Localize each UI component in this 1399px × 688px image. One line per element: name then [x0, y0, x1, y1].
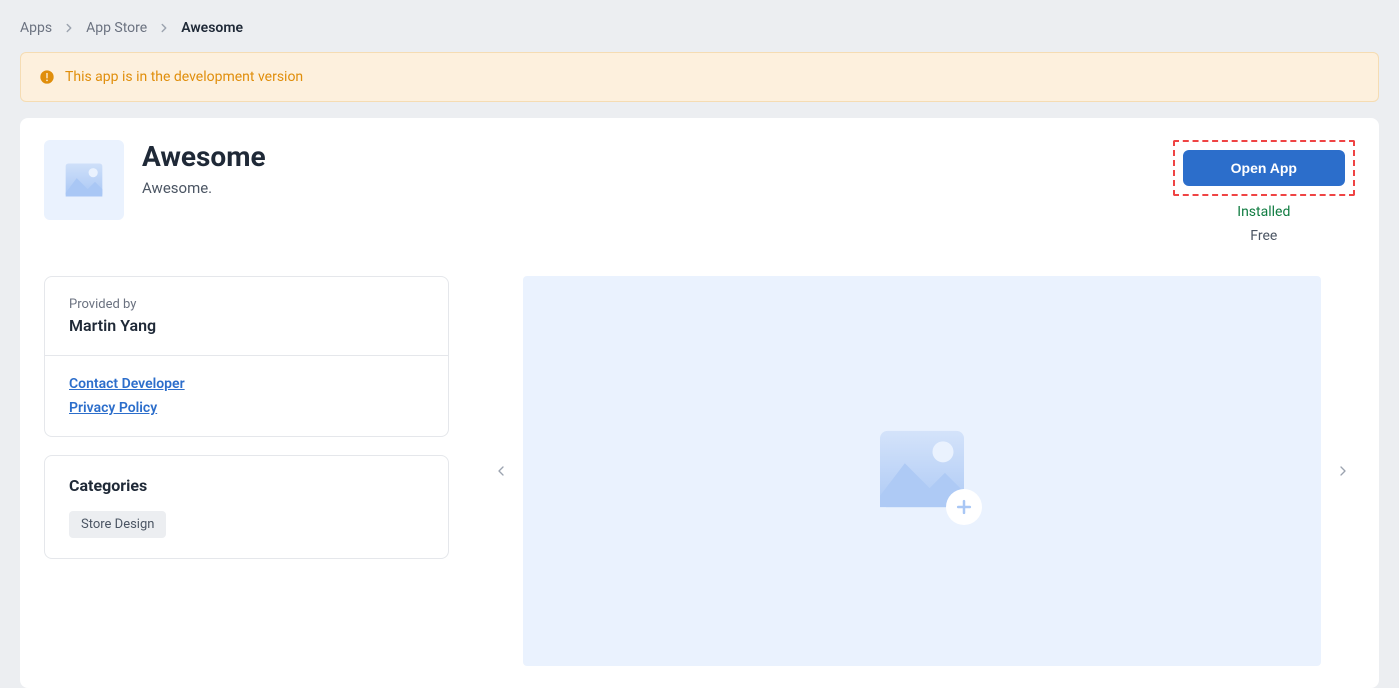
gallery-slide: [523, 276, 1321, 666]
alert-message: This app is in the development version: [65, 69, 303, 85]
price-label: Free: [1250, 228, 1277, 244]
app-content-row: Provided by Martin Yang Contact Develope…: [44, 276, 1355, 666]
app-subtitle: Awesome.: [142, 179, 266, 197]
breadcrumb-item-app-store[interactable]: App Store: [86, 20, 147, 36]
app-title-block: Awesome Awesome.: [142, 140, 266, 197]
privacy-policy-link[interactable]: Privacy Policy: [69, 400, 424, 416]
provider-links-section: Contact Developer Privacy Policy: [45, 356, 448, 436]
categories-title: Categories: [69, 476, 424, 495]
contact-developer-link[interactable]: Contact Developer: [69, 376, 424, 392]
provider-name: Martin Yang: [69, 316, 424, 335]
app-sidebar: Provided by Martin Yang Contact Develope…: [44, 276, 449, 666]
categories-section: Categories Store Design: [45, 456, 448, 558]
categories-card: Categories Store Design: [44, 455, 449, 559]
app-title: Awesome: [142, 140, 266, 173]
screenshot-gallery: [489, 276, 1355, 666]
add-image-icon[interactable]: [946, 489, 982, 525]
breadcrumb-item-current: Awesome: [181, 20, 243, 36]
installed-status: Installed: [1237, 204, 1290, 220]
gallery-next-button[interactable]: [1331, 459, 1355, 483]
warning-icon: [39, 69, 55, 85]
app-actions: Open App Installed Free: [1173, 140, 1355, 244]
app-detail-card: Awesome Awesome. Open App Installed Free…: [20, 118, 1379, 688]
app-icon: [44, 140, 124, 220]
provider-card: Provided by Martin Yang Contact Develope…: [44, 276, 449, 437]
development-alert: This app is in the development version: [20, 52, 1379, 102]
placeholder-image-icon: [876, 427, 968, 515]
app-header-left: Awesome Awesome.: [44, 140, 266, 220]
chevron-right-icon: [62, 21, 76, 35]
provided-by-label: Provided by: [69, 297, 424, 312]
provider-section: Provided by Martin Yang: [45, 277, 448, 356]
open-app-button[interactable]: Open App: [1183, 150, 1345, 186]
chevron-right-icon: [157, 21, 171, 35]
category-tag[interactable]: Store Design: [69, 511, 166, 538]
breadcrumb: Apps App Store Awesome: [0, 0, 1399, 52]
highlight-annotation: Open App: [1173, 140, 1355, 196]
app-header: Awesome Awesome. Open App Installed Free: [44, 140, 1355, 244]
breadcrumb-item-apps[interactable]: Apps: [20, 20, 52, 36]
gallery-prev-button[interactable]: [489, 459, 513, 483]
